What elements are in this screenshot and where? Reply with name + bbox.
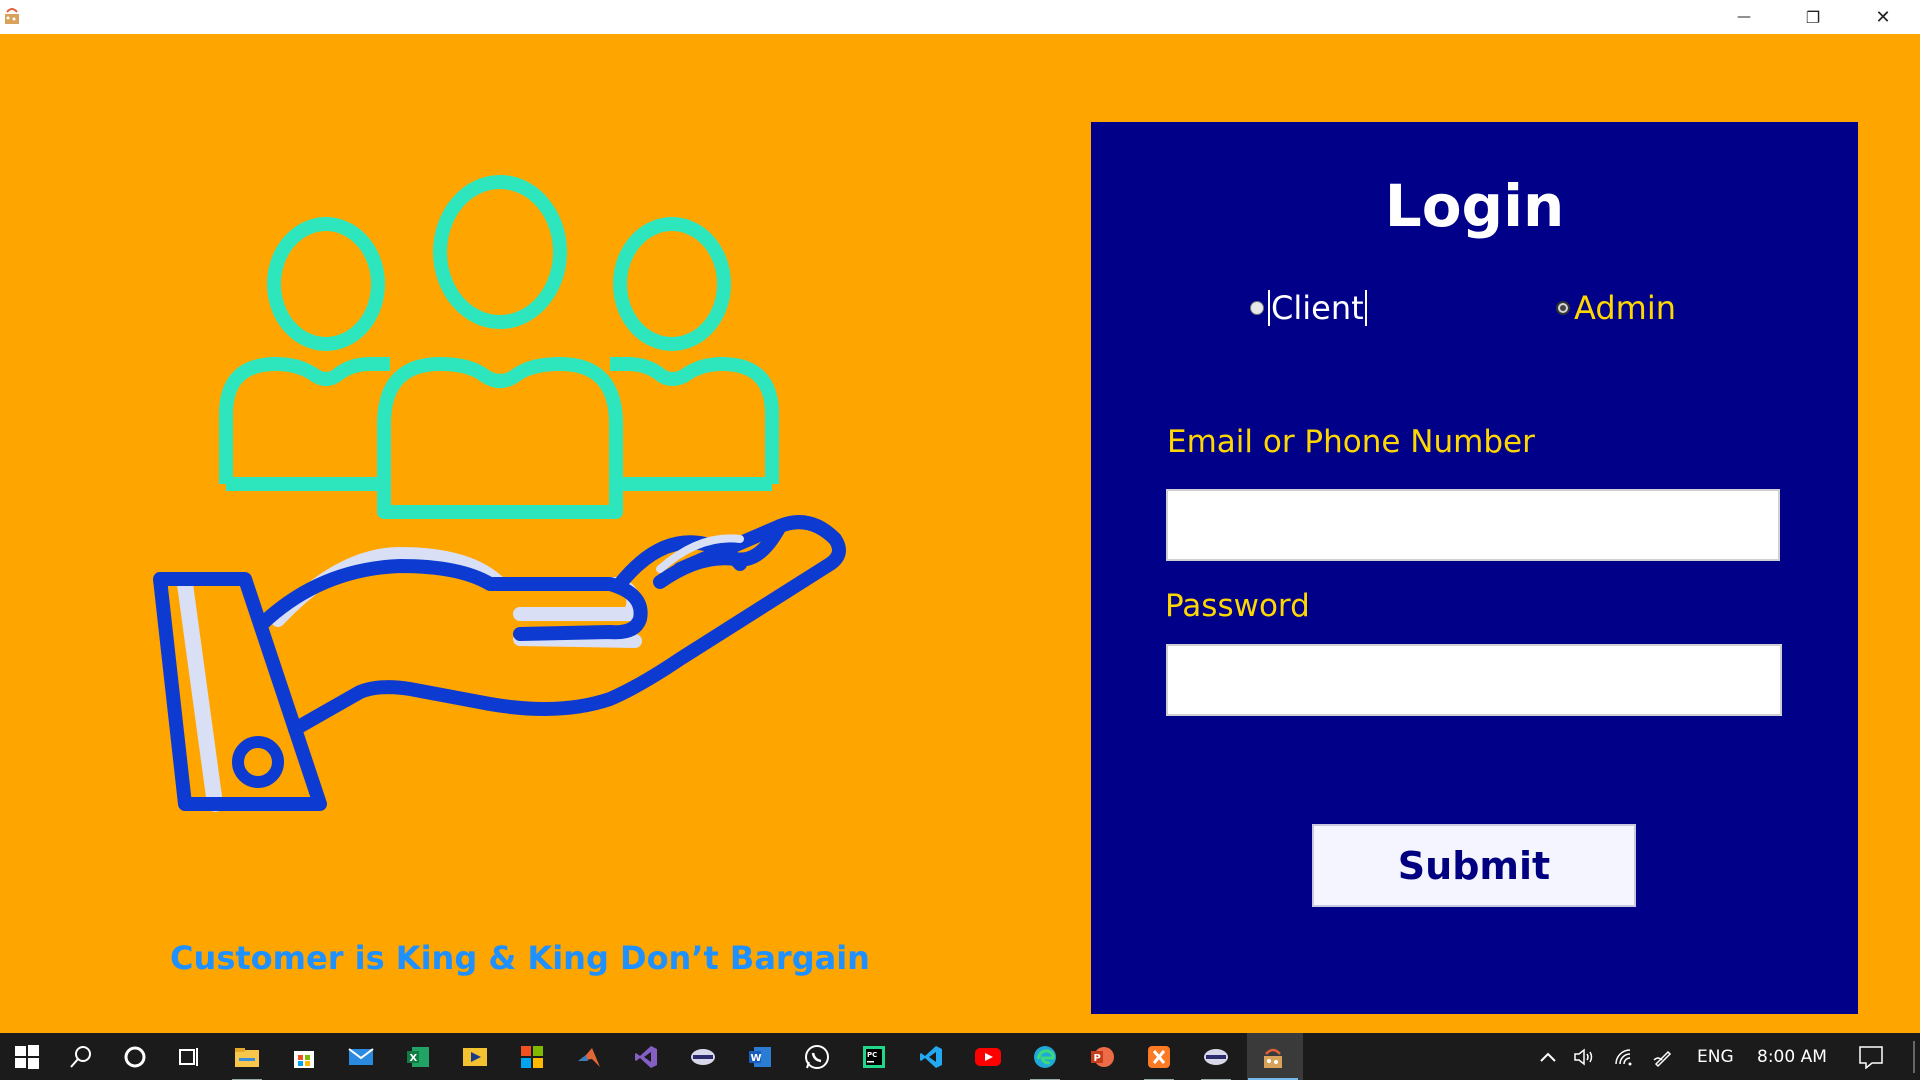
radio-client[interactable]: Client: [1250, 290, 1367, 326]
media-icon[interactable]: [458, 1040, 492, 1074]
office-icon[interactable]: [515, 1040, 549, 1074]
word-icon[interactable]: W: [743, 1040, 777, 1074]
close-icon: ✕: [1875, 6, 1891, 28]
language-indicator[interactable]: ENG: [1697, 1033, 1734, 1080]
window-titlebar: — ❐ ✕: [0, 0, 1920, 34]
customers-in-hand-illustration: [153, 175, 846, 812]
tagline: Customer is King & King Don’t Bargain: [170, 939, 870, 977]
whatsapp-icon[interactable]: [800, 1040, 834, 1074]
notification-center-icon[interactable]: [1858, 1033, 1884, 1080]
powerpoint-icon[interactable]: P: [1085, 1040, 1119, 1074]
mail-icon[interactable]: [344, 1040, 378, 1074]
svg-text:PC: PC: [867, 1051, 877, 1059]
radio-client-button[interactable]: [1250, 301, 1264, 315]
minimize-button[interactable]: —: [1709, 0, 1779, 34]
netbeans2-icon[interactable]: [1199, 1040, 1233, 1080]
radio-admin-label[interactable]: Admin: [1574, 290, 1676, 326]
minimize-icon: —: [1737, 9, 1751, 25]
youtube-icon[interactable]: [971, 1040, 1005, 1074]
netbeans-icon[interactable]: [686, 1040, 720, 1074]
app-icon: [5, 8, 19, 24]
edge-icon[interactable]: [1028, 1040, 1062, 1080]
restore-icon: ❐: [1805, 7, 1821, 27]
svg-text:W: W: [751, 1053, 762, 1064]
wifi-icon[interactable]: [1613, 1033, 1637, 1080]
task-view-icon[interactable]: [172, 1040, 206, 1074]
vscode-icon[interactable]: [914, 1040, 948, 1074]
show-desktop-divider[interactable]: [1913, 1041, 1915, 1073]
svg-text:P: P: [1094, 1053, 1101, 1064]
pen-icon[interactable]: [1652, 1033, 1674, 1080]
restore-button[interactable]: ❐: [1778, 0, 1848, 34]
start-icon[interactable]: [10, 1040, 44, 1074]
password-field[interactable]: [1166, 644, 1782, 716]
people-icon: [219, 175, 779, 519]
hand-icon: [153, 515, 846, 812]
svg-text:X: X: [410, 1053, 418, 1064]
main-area: Customer is King & King Don’t Bargain Lo…: [0, 34, 1920, 1033]
file-explorer-icon[interactable]: [230, 1040, 264, 1080]
clock[interactable]: 8:00 AM: [1757, 1033, 1827, 1080]
chevron-up-icon: [1540, 1052, 1556, 1062]
email-field[interactable]: [1166, 489, 1780, 561]
show-hidden-icons[interactable]: [1538, 1033, 1558, 1080]
store-icon[interactable]: [287, 1040, 321, 1074]
radio-admin[interactable]: Admin: [1556, 290, 1676, 326]
password-label: Password: [1165, 588, 1310, 624]
excel-icon[interactable]: X: [401, 1040, 435, 1074]
volume-icon[interactable]: [1573, 1033, 1597, 1080]
java-app-icon[interactable]: [1248, 1040, 1298, 1080]
submit-button[interactable]: Submit: [1312, 824, 1636, 907]
pycharm-icon[interactable]: PC: [857, 1040, 891, 1074]
taskbar: X W PC P ENG 8:00 AM: [0, 1033, 1920, 1080]
visual-studio-icon[interactable]: [629, 1040, 663, 1074]
matlab-icon[interactable]: [572, 1040, 606, 1074]
login-title: Login: [1384, 172, 1565, 240]
cortana-icon[interactable]: [118, 1040, 152, 1074]
close-button[interactable]: ✕: [1848, 0, 1918, 34]
email-label: Email or Phone Number: [1167, 424, 1535, 460]
search-icon[interactable]: [64, 1040, 98, 1074]
radio-admin-button[interactable]: [1556, 301, 1570, 315]
xampp-icon[interactable]: [1142, 1040, 1176, 1080]
login-panel: Login Client Admin Email or Phone Number…: [1091, 122, 1858, 1014]
radio-client-label[interactable]: Client: [1268, 290, 1367, 326]
